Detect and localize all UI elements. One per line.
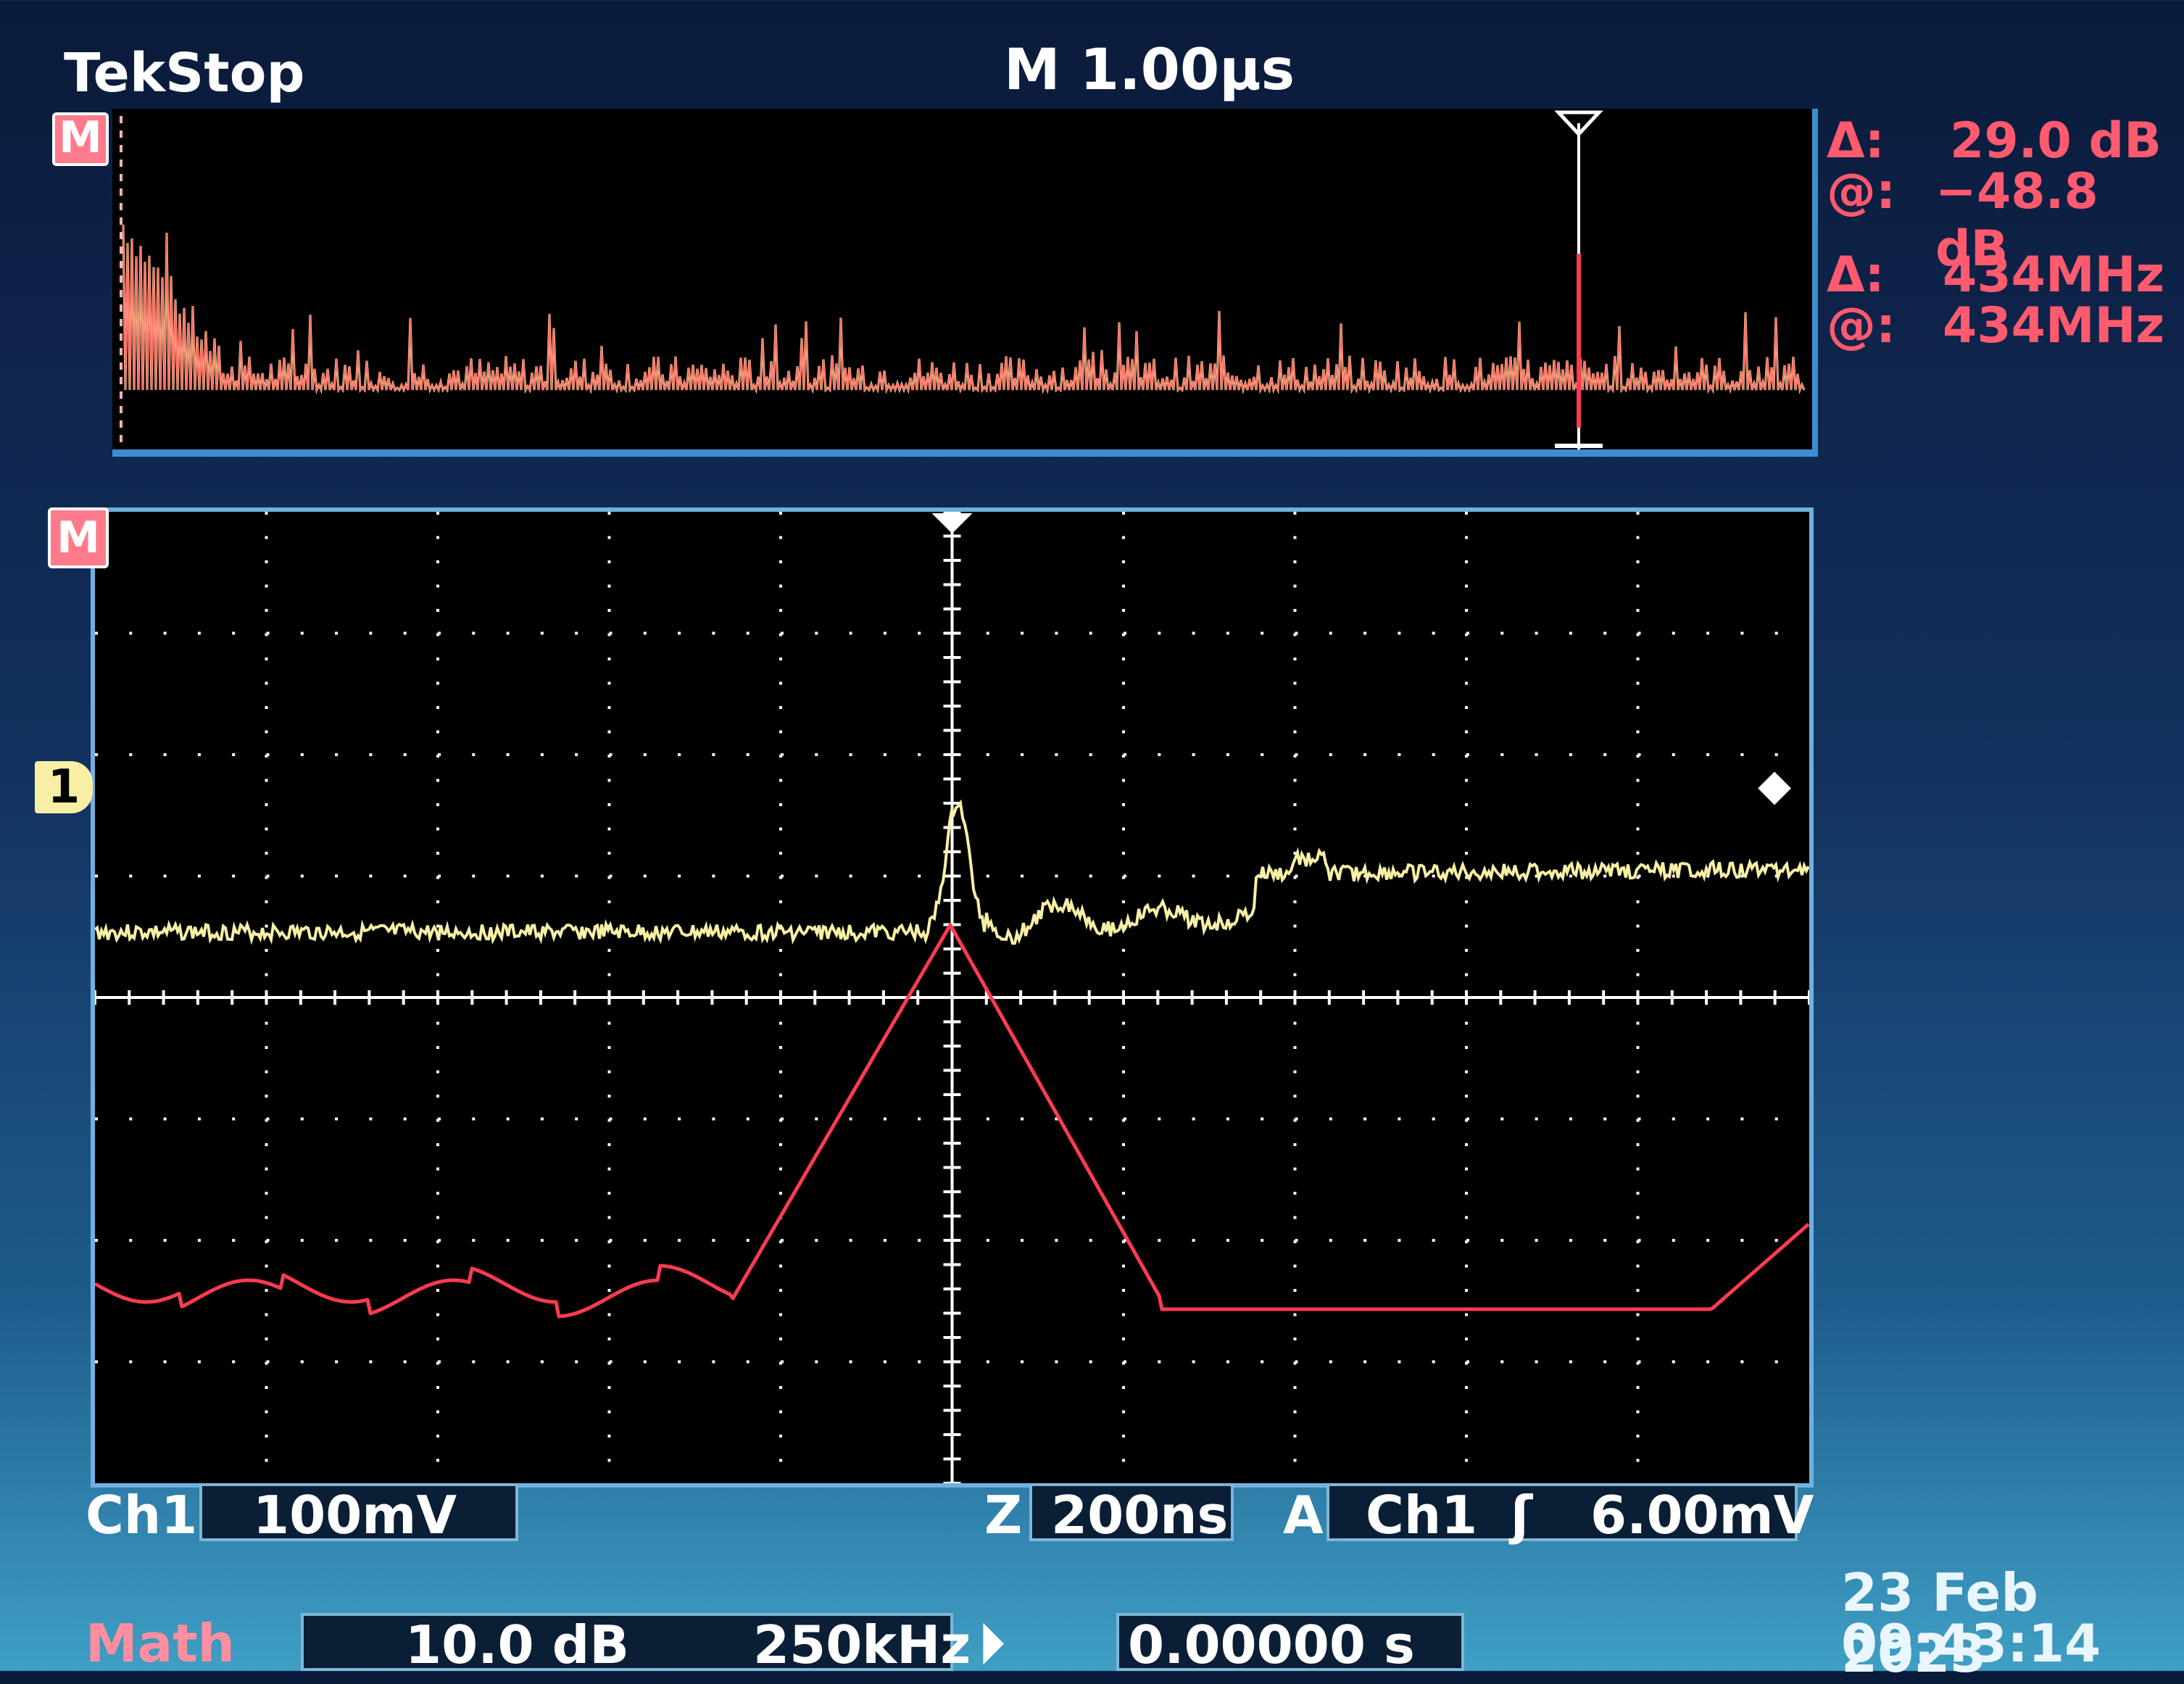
trigger-settings[interactable]: Ch1 ʃ 6.00mV <box>1326 1483 1814 1546</box>
trigger-position-marker <box>931 513 973 534</box>
math-label: Math <box>86 1613 235 1674</box>
time-display: 09:43:14 <box>1841 1613 2101 1674</box>
horizontal-scale[interactable]: M 1.00µs <box>1004 38 1295 103</box>
trigger-source: Ch1 <box>1366 1485 1478 1546</box>
channel1-ground-marker[interactable]: 1 <box>35 761 93 813</box>
trigger-level: 6.00mV <box>1590 1485 1814 1546</box>
ch1-scale[interactable]: 100mV <box>199 1483 518 1544</box>
zoom-label: Z <box>984 1485 1023 1546</box>
math-scale: 10.0 dB <box>405 1614 630 1675</box>
fft-trace-area <box>120 110 1806 449</box>
run-state[interactable]: Stop <box>165 42 304 104</box>
at-freq-value: 434MHz <box>1943 297 2165 354</box>
ch1-label: Ch1 <box>86 1485 198 1546</box>
delay-value[interactable]: 0.00000 s <box>1116 1613 1464 1674</box>
math-marker-fft[interactable]: M <box>52 112 109 166</box>
waveform-graticule <box>91 507 1814 1488</box>
fft-noise-trace <box>122 224 1806 394</box>
math-marker-main[interactable]: M <box>48 507 109 568</box>
trigger-slope-icon: ʃ <box>1511 1485 1532 1546</box>
delta-freq-label: Δ: <box>1827 246 1885 304</box>
trigger-level-icon: ◆ <box>1758 760 1792 810</box>
waveform-area <box>94 510 1811 1485</box>
fft-noise-trace-red <box>123 224 1805 393</box>
at-amp-label: @: <box>1827 163 1896 220</box>
math-settings[interactable]: 10.0 dB 250kHz <box>301 1613 971 1675</box>
delay-icon: ⏵ <box>979 1613 1005 1674</box>
math-span: 250kHz <box>753 1614 971 1675</box>
brand-logo: Tek <box>64 42 166 104</box>
delta-amp-label: Δ: <box>1827 112 1885 170</box>
delta-amp-value: 29.0 dB <box>1950 112 2162 170</box>
trigger-label: A <box>1283 1485 1324 1546</box>
at-freq-label: @: <box>1827 297 1896 354</box>
delta-freq-value: 434MHz <box>1943 246 2165 304</box>
fft-panel <box>112 109 1818 457</box>
zoom-scale[interactable]: 200ns <box>1029 1483 1234 1544</box>
